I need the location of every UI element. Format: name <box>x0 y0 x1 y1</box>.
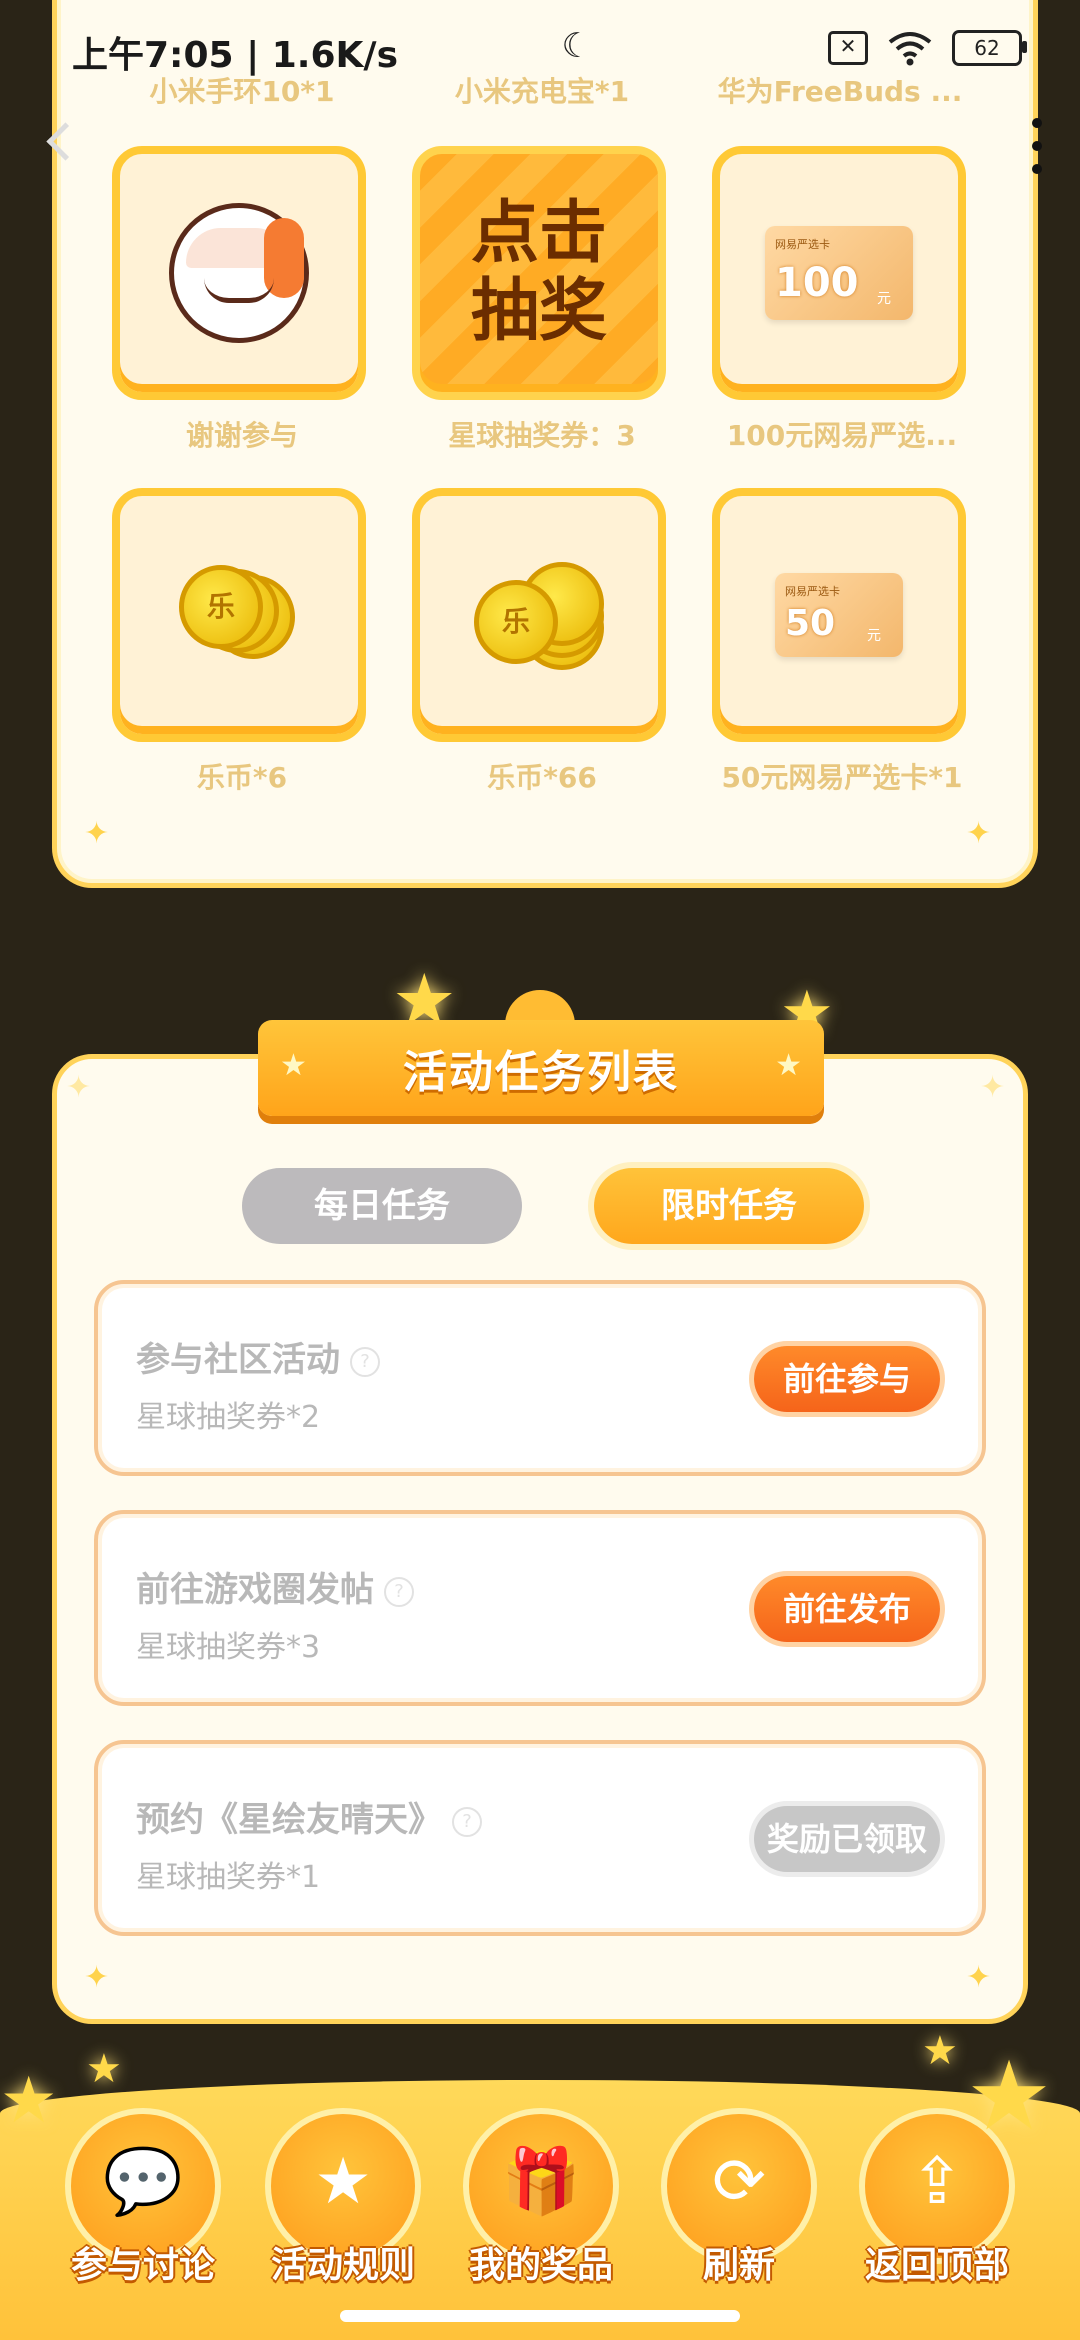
sim-off-icon: ✕ <box>828 31 868 65</box>
bottom-nav: ★ ★ ★ ★ 💬 参与讨论 ★ 活动规则 🎁 我的奖品 ⟳ 刷新 ⇪ 返回顶部 <box>0 2028 1080 2340</box>
prize-item[interactable]: 点击 抽奖 星球抽奖券：3 <box>412 146 672 454</box>
task-list-title: 活动任务列表 <box>403 1047 679 1098</box>
prize-card: 网易严选卡 50 元 <box>712 488 966 742</box>
tab-limited-tasks[interactable]: 限时任务 <box>594 1168 864 1244</box>
mascot-face-icon <box>169 203 309 343</box>
gift-icon: 🎁 <box>501 2145 581 2219</box>
gift-card-icon: 网易严选卡 50 元 <box>775 573 903 657</box>
prize-grid: 小米手环10*1 小米充电宝*1 华为FreeBuds ... 谢谢参与 点击 … <box>0 0 1080 900</box>
sparkle-icon: ✦ <box>966 1960 992 1995</box>
star-icon: ★ <box>775 1048 802 1083</box>
nav-label: 参与讨论 <box>70 2245 215 2286</box>
prize-label: 乐币*66 <box>487 761 597 794</box>
info-icon[interactable]: ? <box>452 1806 482 1837</box>
upload-arrow-icon: ⇪ <box>910 2145 964 2219</box>
nav-label: 刷新 <box>702 2245 775 2286</box>
task-card: 参与社区活动? 星球抽奖券*2 前往参与 <box>94 1280 986 1476</box>
gift-card-icon: 网易严选卡 100 元 <box>765 226 913 320</box>
sparkle-icon: ✦ <box>84 1960 110 1995</box>
draw-text-line2: 抽奖 <box>470 272 607 351</box>
star-decoration-icon: ★ <box>922 2028 958 2074</box>
info-icon[interactable]: ? <box>384 1576 414 1607</box>
prize-card: 网易严选卡 100 元 <box>712 146 966 400</box>
star-search-icon: ★ <box>314 2145 372 2219</box>
battery-icon: 62 <box>952 30 1027 66</box>
prize-label: 谢谢参与 <box>185 419 298 452</box>
draw-button[interactable]: 点击 抽奖 <box>412 146 666 400</box>
nav-rules[interactable]: ★ 活动规则 <box>258 2108 428 2288</box>
prize-item: 乐 乐币*6 <box>112 488 372 796</box>
task-reward: 星球抽奖券*1 <box>136 1860 321 1895</box>
prize-label: 乐币*6 <box>196 761 288 794</box>
task-card: 预约《星绘友晴天》? 星球抽奖券*1 奖励已领取 <box>94 1740 986 1936</box>
nav-discuss[interactable]: 💬 参与讨论 <box>58 2108 228 2288</box>
task-title: 预约《星绘友晴天》 <box>136 1800 442 1840</box>
star-decoration-icon: ★ <box>966 2040 1053 2152</box>
sparkle-icon: ✦ <box>66 1070 92 1105</box>
prize-item: 谢谢参与 <box>112 146 372 454</box>
more-menu-icon[interactable] <box>1032 118 1044 174</box>
star-decoration-icon: ★ <box>86 2046 122 2092</box>
status-time: 上午7:05 | 1.6K/s <box>72 35 399 76</box>
chat-icon: 💬 <box>103 2145 183 2219</box>
nav-my-prizes[interactable]: 🎁 我的奖品 <box>456 2108 626 2288</box>
coin-stack-icon: 乐 <box>474 560 604 670</box>
sparkle-icon: ✦ <box>84 816 110 851</box>
moon-icon: ☾ <box>561 26 592 66</box>
sparkle-icon: ✦ <box>980 1070 1006 1105</box>
ticket-count-label: 星球抽奖券：3 <box>448 419 636 452</box>
info-icon[interactable]: ? <box>350 1346 380 1377</box>
prize-item: 网易严选卡 50 元 50元网易严选卡*1 <box>712 488 972 796</box>
reward-claimed-button: 奖励已领取 <box>754 1806 940 1872</box>
coin-icon: 乐 <box>179 565 299 665</box>
task-reward: 星球抽奖券*3 <box>136 1630 321 1665</box>
draw-text-line1: 点击 <box>470 194 607 273</box>
go-post-button[interactable]: 前往发布 <box>754 1576 940 1642</box>
nav-label: 活动规则 <box>270 2245 415 2286</box>
prize-card: 乐 <box>412 488 666 742</box>
prize-item: 乐 乐币*66 <box>412 488 672 796</box>
prize-card <box>112 146 366 400</box>
star-icon: ★ <box>280 1048 307 1083</box>
status-bar: 上午7:05 | 1.6K/s ☾ ✕ 62 <box>0 0 1080 100</box>
go-participate-button[interactable]: 前往参与 <box>754 1346 940 1412</box>
prize-item: 网易严选卡 100 元 100元网易严选... <box>712 146 972 454</box>
task-card: 前往游戏圈发帖? 星球抽奖券*3 前往发布 <box>94 1510 986 1706</box>
prize-card: 乐 <box>112 488 366 742</box>
task-list-banner: ★ 活动任务列表 ★ <box>258 1020 824 1116</box>
task-title: 前往游戏圈发帖 <box>136 1570 374 1610</box>
nav-label: 返回顶部 <box>864 2245 1009 2286</box>
tab-daily-tasks[interactable]: 每日任务 <box>242 1168 522 1244</box>
home-indicator[interactable] <box>340 2310 740 2322</box>
nav-refresh[interactable]: ⟳ 刷新 <box>654 2108 824 2288</box>
sparkle-icon: ✦ <box>966 816 992 851</box>
wifi-icon <box>888 32 932 66</box>
prize-label: 50元网易严选卡*1 <box>721 761 963 794</box>
prize-label: 100元网易严选... <box>726 419 958 452</box>
task-title: 参与社区活动 <box>136 1340 340 1380</box>
nav-label: 我的奖品 <box>468 2245 613 2286</box>
refresh-icon: ⟳ <box>712 2145 766 2219</box>
star-decoration-icon: ★ <box>0 2064 58 2138</box>
task-reward: 星球抽奖券*2 <box>136 1400 321 1435</box>
